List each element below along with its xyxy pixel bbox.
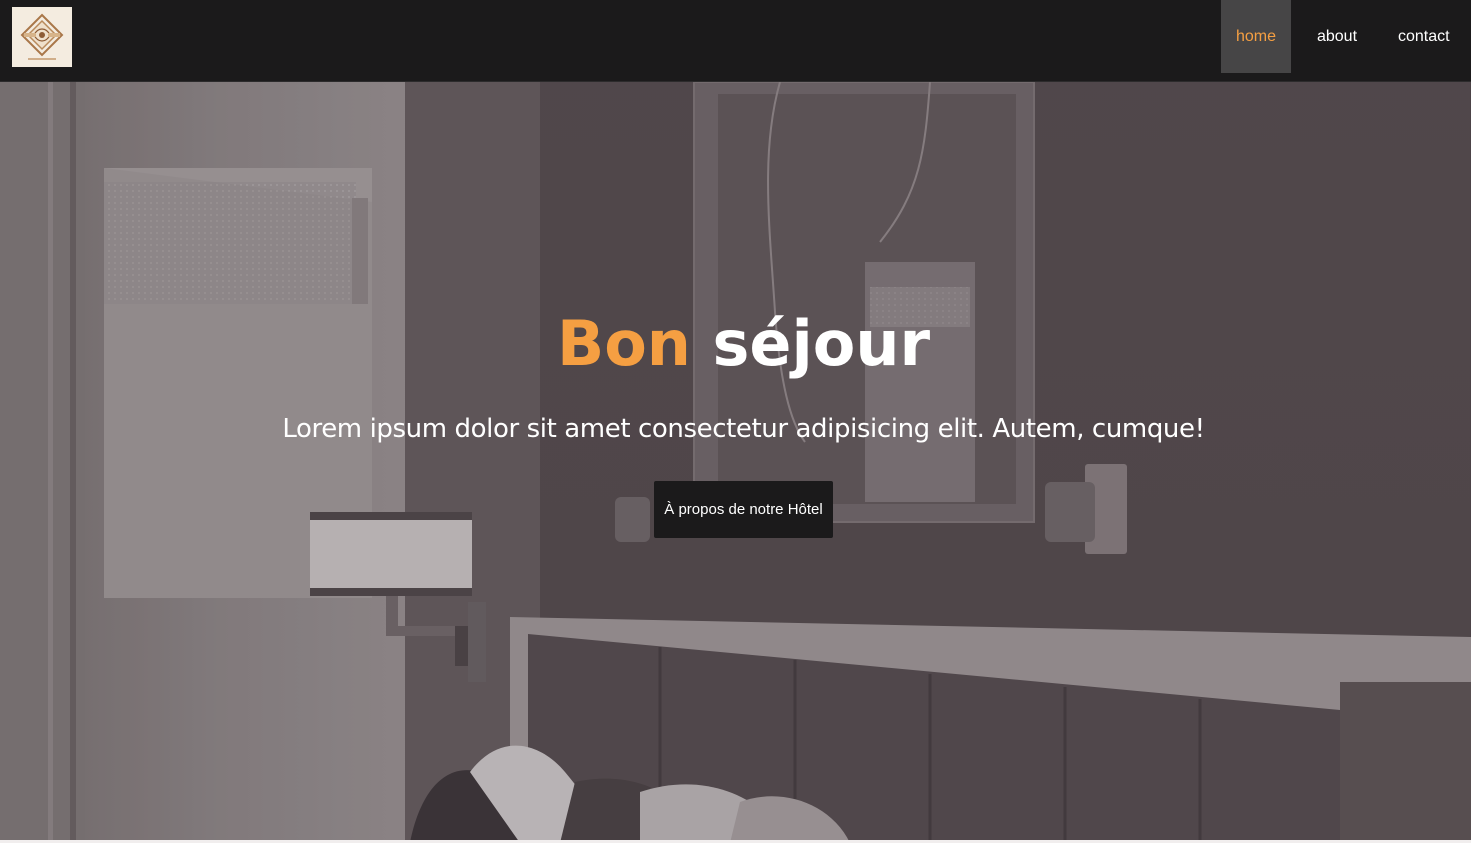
nav-contact-link[interactable]: contact	[1383, 0, 1471, 73]
top-navbar: home about contact	[0, 0, 1471, 82]
about-hotel-button[interactable]: À propos de notre Hôtel	[654, 481, 833, 538]
hero-title-accent: Bon	[556, 307, 691, 380]
nav-home-link[interactable]: home	[1221, 0, 1291, 73]
ornamental-hotel-crest-icon	[16, 11, 68, 63]
hero-title: Bon séjour	[0, 304, 1471, 384]
hero-subtitle: Lorem ipsum dolor sit amet consectetur a…	[282, 414, 1205, 444]
hero-title-rest: séjour	[712, 307, 931, 380]
main-nav: home about contact	[1221, 0, 1471, 73]
hotel-logo[interactable]	[12, 7, 72, 67]
hero-banner: Bon séjour Lorem ipsum dolor sit amet co…	[0, 82, 1471, 843]
hero-content: Bon séjour Lorem ipsum dolor sit amet co…	[0, 304, 1471, 538]
nav-about-link[interactable]: about	[1291, 0, 1383, 73]
